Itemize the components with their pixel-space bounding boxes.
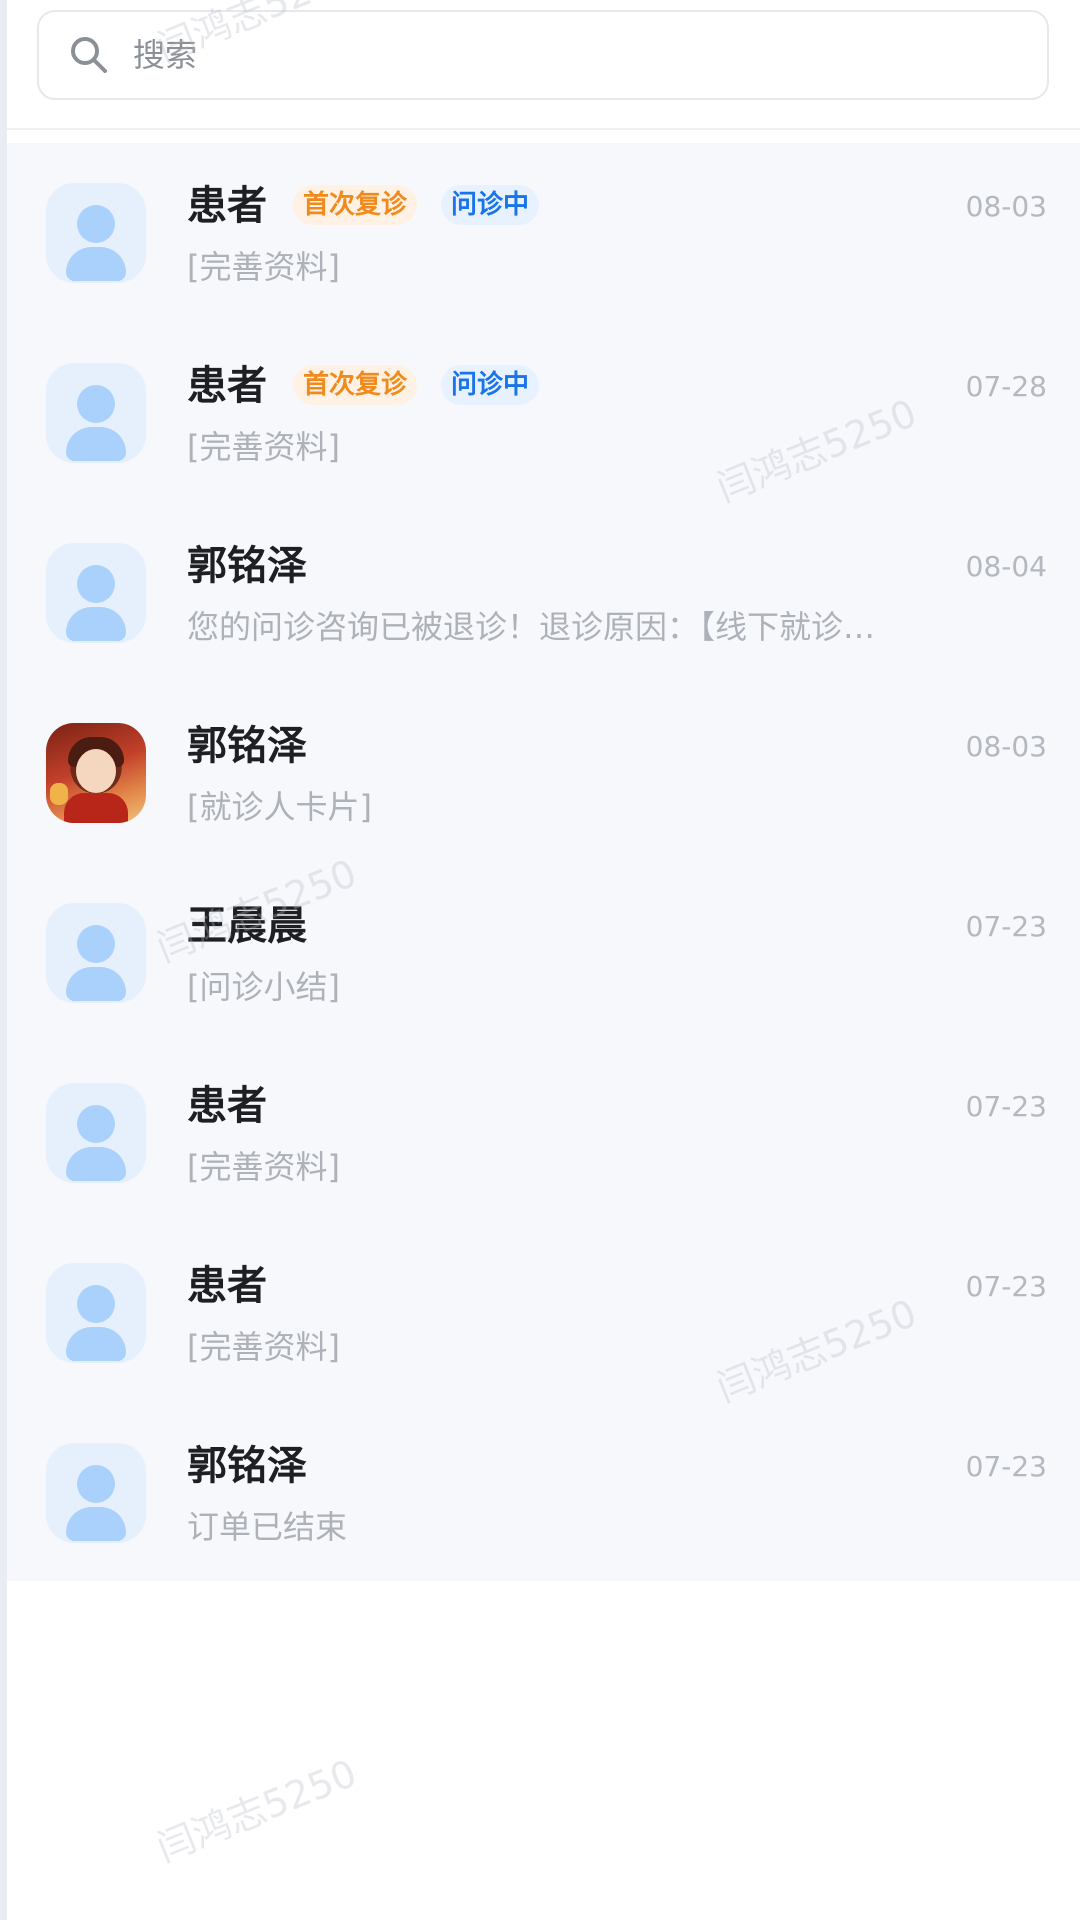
message-date: 08-03: [965, 190, 1047, 223]
list-item[interactable]: 郭铭泽 07-23 订单已结束: [7, 1403, 1080, 1583]
message-date: 07-23: [965, 1270, 1047, 1303]
message-date: 07-23: [965, 1090, 1047, 1123]
person-icon: [77, 385, 115, 423]
header-divider: [7, 128, 1080, 130]
avatar: [46, 1083, 146, 1183]
list-item[interactable]: 患者 07-23 [完善资料]: [7, 1223, 1080, 1403]
tag-group: 首次复诊 问诊中: [293, 185, 540, 225]
avatar: [46, 1443, 146, 1543]
search-input[interactable]: [133, 36, 933, 74]
message-preview: [完善资料]: [187, 428, 340, 466]
message-date: 07-23: [965, 910, 1047, 943]
avatar: [46, 903, 146, 1003]
list-item[interactable]: 王晨晨 07-23 [问诊小结]: [7, 863, 1080, 1043]
conversation-list: 患者 首次复诊 问诊中 08-03 [完善资料] 患者 首次复诊 问诊中 07-…: [7, 143, 1080, 1581]
message-preview: [问诊小结]: [187, 968, 340, 1006]
list-item[interactable]: 患者 首次复诊 问诊中 08-03 [完善资料]: [7, 143, 1080, 323]
photo-avatar: [46, 723, 146, 823]
search-bar[interactable]: [37, 10, 1049, 100]
message-date: 08-04: [965, 550, 1047, 583]
list-item[interactable]: 患者 首次复诊 问诊中 07-28 [完善资料]: [7, 323, 1080, 503]
contact-name: 王晨晨: [187, 903, 307, 949]
message-preview: [完善资料]: [187, 1328, 340, 1366]
avatar: [46, 363, 146, 463]
message-date: 07-23: [965, 1450, 1047, 1483]
contact-name: 患者: [187, 1263, 267, 1309]
contact-name: 患者: [187, 183, 267, 229]
tag-first-revisit: 首次复诊: [293, 365, 418, 405]
avatar: [46, 1263, 146, 1363]
tag-first-revisit: 首次复诊: [293, 185, 418, 225]
left-edge: [0, 0, 7, 1920]
contact-name: 郭铭泽: [187, 1443, 307, 1489]
tag-group: 首次复诊 问诊中: [293, 365, 540, 405]
avatar: [46, 183, 146, 283]
list-item[interactable]: 患者 07-23 [完善资料]: [7, 1043, 1080, 1223]
contact-name: 患者: [187, 1083, 267, 1129]
person-icon: [77, 1105, 115, 1143]
person-icon: [77, 565, 115, 603]
person-icon: [77, 205, 115, 243]
message-preview: [完善资料]: [187, 248, 340, 286]
avatar: [46, 543, 146, 643]
message-preview: 订单已结束: [187, 1508, 348, 1546]
tag-consulting: 问诊中: [441, 365, 540, 405]
chat-list-page: 患者 首次复诊 问诊中 08-03 [完善资料] 患者 首次复诊 问诊中 07-…: [0, 0, 1080, 1920]
tag-consulting: 问诊中: [441, 185, 540, 225]
message-preview: [就诊人卡片]: [187, 788, 372, 826]
person-icon: [77, 1285, 115, 1323]
person-icon: [77, 1465, 115, 1503]
search-icon: [67, 33, 111, 77]
contact-name: 郭铭泽: [187, 723, 307, 769]
message-date: 07-28: [965, 370, 1047, 403]
message-preview: 您的问诊咨询已被退诊！退诊原因：【线下就诊…: [187, 608, 876, 646]
watermark: 闫鸿志5250: [150, 1750, 363, 1871]
contact-name: 郭铭泽: [187, 543, 307, 589]
message-date: 08-03: [965, 730, 1047, 763]
list-item[interactable]: 郭铭泽 08-04 您的问诊咨询已被退诊！退诊原因：【线下就诊…: [7, 503, 1080, 683]
list-item[interactable]: 郭铭泽 08-03 [就诊人卡片]: [7, 683, 1080, 863]
person-icon: [77, 925, 115, 963]
message-preview: [完善资料]: [187, 1148, 340, 1186]
contact-name: 患者: [187, 363, 267, 409]
